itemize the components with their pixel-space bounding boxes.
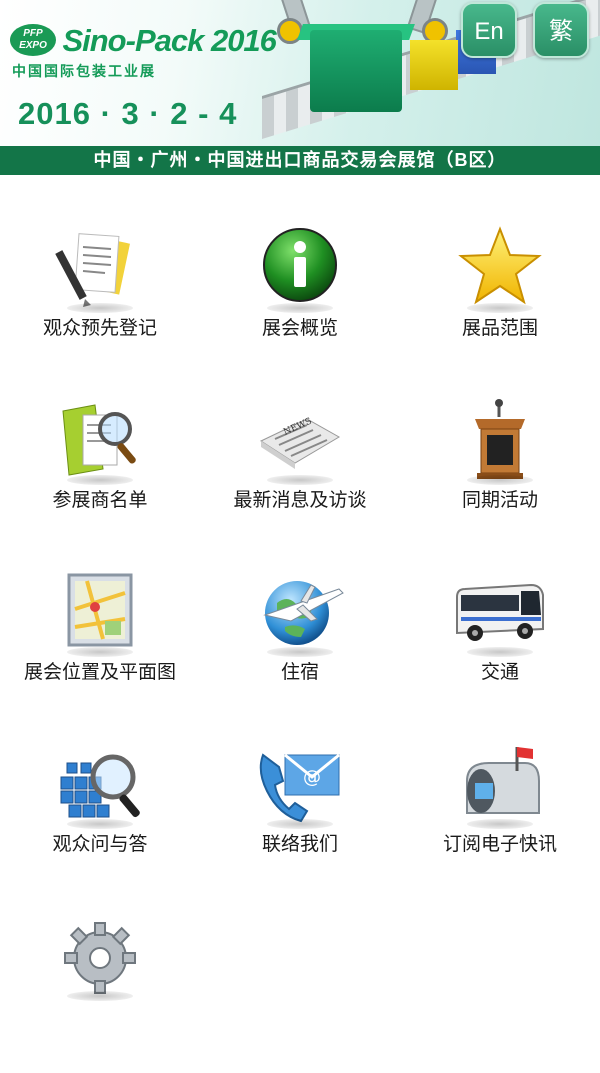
menu-item-label: 展品范围 [461, 317, 538, 339]
menu-item-accommodation[interactable]: 住宿 [200, 569, 400, 729]
menu-item-exhibitor-list[interactable]: 参展商名单 [0, 397, 200, 557]
event-dates: 2016 · 3 · 2 - 4 [18, 96, 238, 131]
contact-icon: @ [255, 741, 345, 831]
menu-item-label: 同期活动 [461, 489, 538, 511]
menu-item-label: 展会概览 [261, 317, 338, 339]
menu-item-newsletter-subscribe[interactable]: 订阅电子快讯 [400, 741, 600, 901]
star-icon [455, 225, 545, 315]
english-language-button[interactable]: En [461, 2, 517, 58]
menu-item-latest-news[interactable]: NEWS 最新消息及访谈 [200, 397, 400, 557]
mailbox-icon [455, 741, 545, 831]
faq-icon [55, 741, 145, 831]
menu-item-exhibit-scope[interactable]: 展品范围 [400, 225, 600, 385]
menu-item-label: 住宿 [280, 661, 319, 683]
brand-name: Sino-Pack 2016 [62, 23, 276, 58]
newspaper-icon: NEWS [255, 397, 345, 487]
exhibitor-search-icon [55, 397, 145, 487]
menu-item-transportation[interactable]: 交通 [400, 569, 600, 729]
pfp-expo-badge: PFP EXPO [10, 24, 56, 56]
yellow-box-illustration [410, 40, 458, 90]
menu-item-visitor-registration[interactable]: 观众预先登记 [0, 225, 200, 385]
menu-item-concurrent-events[interactable]: 同期活动 [400, 397, 600, 557]
menu-item-contact-us[interactable]: @ 联络我们 [200, 741, 400, 901]
menu-item-visitor-faq[interactable]: 观众问与答 [0, 741, 200, 901]
menu-item-label: 交通 [480, 661, 519, 683]
menu-item-label: 联络我们 [261, 833, 338, 855]
menu-item-exhibition-overview[interactable]: 展会概览 [200, 225, 400, 385]
menu-item-label: 订阅电子快讯 [442, 833, 557, 855]
gear-icon [55, 913, 145, 1003]
venue-bar: 中国・广州・中国进出口商品交易会展馆（B区） [0, 146, 600, 175]
header-banner: PFP EXPO Sino-Pack 2016 中国国际包装工业展 2016 ·… [0, 0, 600, 146]
podium-icon [455, 397, 545, 487]
menu-item-settings[interactable] [0, 913, 200, 1073]
brand-subtitle: 中国国际包装工业展 [12, 63, 156, 79]
menu-item-label: 参展商名单 [52, 489, 148, 511]
svg-text:@: @ [303, 767, 321, 788]
menu-item-venue-map[interactable]: 展会位置及平面图 [0, 569, 200, 729]
registration-icon [55, 225, 145, 315]
globe-plane-icon [255, 569, 345, 659]
map-icon [55, 569, 145, 659]
brand-logo: PFP EXPO Sino-Pack 2016 [10, 23, 277, 58]
traditional-chinese-button[interactable]: 繁 [533, 2, 589, 58]
menu-item-label: 观众问与答 [52, 833, 148, 855]
menu-item-label: 展会位置及平面图 [23, 661, 176, 683]
info-icon [255, 225, 345, 315]
bus-icon [455, 569, 545, 659]
green-box-illustration [310, 30, 402, 112]
menu-item-label: 最新消息及访谈 [233, 489, 367, 511]
menu-item-label: 观众预先登记 [42, 317, 157, 339]
